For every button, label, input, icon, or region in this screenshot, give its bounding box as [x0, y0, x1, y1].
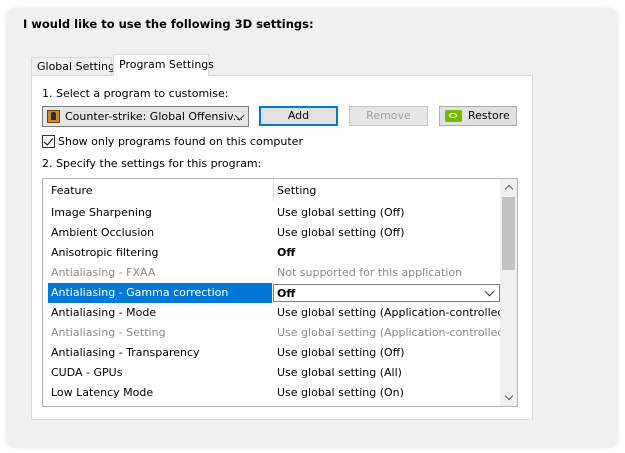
header-setting[interactable]: Setting	[277, 184, 316, 197]
feature-cell: Antialiasing - Transparency	[51, 346, 200, 359]
table-row[interactable]: Antialiasing - Transparency Use global s…	[43, 343, 501, 363]
tab-global-settings[interactable]: Global Settings	[31, 57, 121, 76]
table-row[interactable]: Antialiasing - Mode Use global setting (…	[43, 303, 509, 323]
csgo-icon	[47, 110, 60, 123]
setting-cell: Use global setting (Off)	[277, 206, 405, 219]
scrollbar-thumb[interactable]	[502, 197, 515, 270]
nvidia-icon	[445, 110, 462, 122]
setting-cell: Use global setting (All)	[277, 366, 402, 379]
setting-dropdown[interactable]: Off	[273, 284, 500, 302]
feature-cell: Antialiasing - FXAA	[51, 266, 156, 279]
vertical-scrollbar[interactable]	[500, 179, 517, 406]
feature-cell: Antialiasing - Setting	[51, 326, 166, 339]
page-heading: I would like to use the following 3D set…	[23, 17, 314, 31]
remove-button[interactable]: Remove	[349, 106, 428, 126]
show-only-found-label: Show only programs found on this compute…	[58, 135, 303, 148]
setting-cell: Use global setting (Application-controll…	[277, 306, 509, 319]
add-button[interactable]: Add	[259, 106, 338, 126]
setting-cell: Use global setting (Off)	[277, 226, 405, 239]
setting-cell: Use global setting (Off)	[277, 346, 405, 359]
feature-cell: Antialiasing - Mode	[51, 306, 157, 319]
table-row[interactable]: Image Sharpening Use global setting (Off…	[43, 203, 501, 223]
table-row-selected[interactable]: Antialiasing - Gamma correction Off	[43, 283, 501, 303]
restore-button[interactable]: Restore	[439, 106, 517, 126]
restore-label: Restore	[468, 109, 510, 122]
table-row[interactable]: Antialiasing - Setting Use global settin…	[43, 323, 509, 343]
feature-cell: CUDA - GPUs	[51, 366, 123, 379]
table-row[interactable]: CUDA - GPUs Use global setting (All)	[43, 363, 501, 383]
feature-cell: Antialiasing - Gamma correction	[51, 286, 229, 299]
header-feature[interactable]: Feature	[51, 184, 93, 197]
table-row[interactable]: Anisotropic filtering Off	[43, 243, 501, 263]
setting-cell: Use global setting (Application-controll…	[277, 326, 509, 339]
setting-cell: Off	[277, 246, 296, 259]
table-row[interactable]: Low Latency Mode Use global setting (On)	[43, 383, 501, 403]
tab-program-settings[interactable]: Program Settings	[113, 54, 214, 76]
feature-cell: Ambient Occlusion	[51, 226, 155, 239]
feature-cell: Image Sharpening	[51, 206, 152, 219]
setting-cell: Use global setting (On)	[277, 386, 404, 399]
specify-settings-label: 2. Specify the settings for this program…	[42, 157, 262, 170]
setting-dropdown-value: Off	[277, 287, 296, 300]
header-divider	[273, 179, 274, 201]
chevron-up-icon	[504, 184, 514, 194]
chevron-down-icon	[484, 286, 495, 297]
feature-cell: Anisotropic filtering	[51, 246, 159, 259]
show-only-found-checkbox[interactable]	[42, 135, 55, 148]
select-program-label: 1. Select a program to customise:	[42, 87, 229, 100]
table-row[interactable]: Ambient Occlusion Use global setting (Of…	[43, 223, 501, 243]
settings-table: Feature Setting Image Sharpening Use glo…	[42, 178, 518, 407]
setting-cell: Not supported for this application	[277, 266, 463, 279]
scroll-down-button[interactable]	[500, 389, 517, 406]
feature-cell: Low Latency Mode	[51, 386, 154, 399]
table-row[interactable]: Antialiasing - FXAA Not supported for th…	[43, 263, 501, 283]
program-select-value: Counter-strike: Global Offensiv...	[65, 110, 244, 123]
chevron-down-icon	[504, 391, 514, 401]
table-header: Feature Setting	[43, 179, 501, 201]
scroll-up-button[interactable]	[500, 179, 517, 196]
program-select[interactable]: Counter-strike: Global Offensiv...	[42, 106, 249, 127]
